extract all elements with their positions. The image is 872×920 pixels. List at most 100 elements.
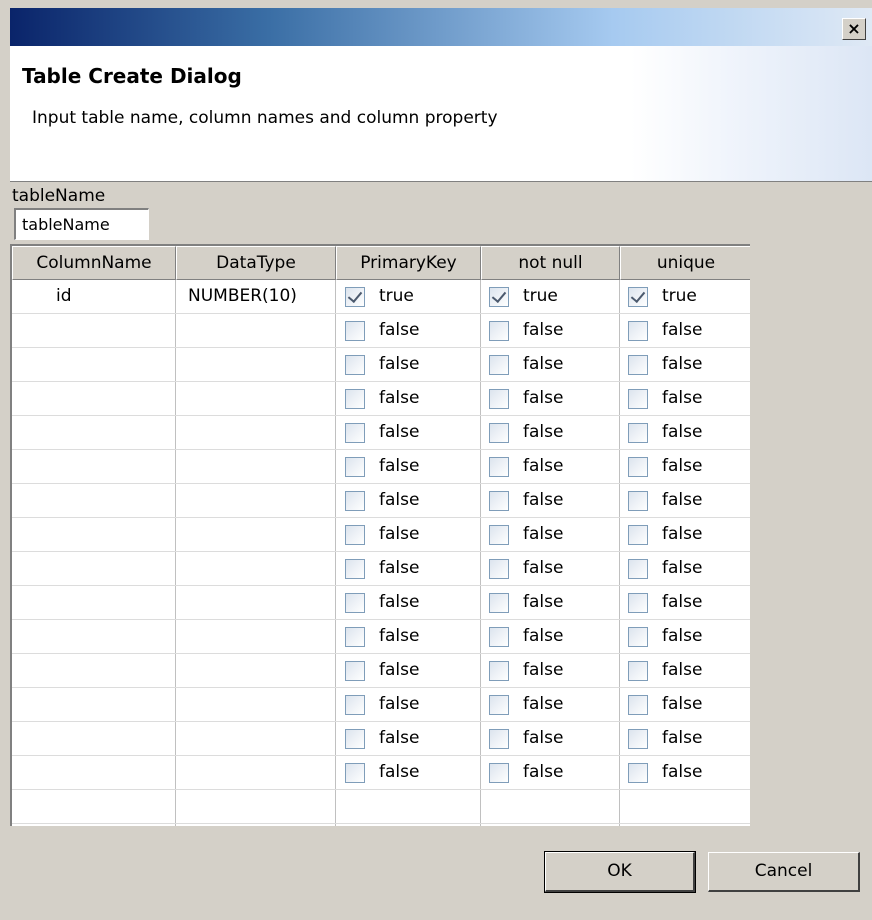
unique-value: false <box>662 320 703 340</box>
table-row[interactable]: false false false <box>12 654 750 688</box>
table-row[interactable]: false false false <box>12 518 750 552</box>
header-data-type[interactable]: DataType <box>176 246 336 280</box>
unique-checkbox[interactable] <box>628 661 648 681</box>
table-row[interactable] <box>12 790 750 824</box>
not-null-checkbox[interactable] <box>489 695 509 715</box>
table-name-input[interactable] <box>14 208 149 240</box>
header-unique[interactable]: unique <box>620 246 750 280</box>
table-row[interactable]: false false false <box>12 586 750 620</box>
not-null-checkbox[interactable] <box>489 389 509 409</box>
primary-key-checkbox[interactable] <box>345 695 365 715</box>
not-null-checkbox[interactable] <box>489 559 509 579</box>
unique-checkbox[interactable] <box>628 389 648 409</box>
table-row[interactable]: false false false <box>12 382 750 416</box>
not-null-checkbox[interactable] <box>489 491 509 511</box>
table-create-dialog: × Table Create Dialog Input table name, … <box>0 0 872 920</box>
primary-key-checkbox[interactable] <box>345 627 365 647</box>
not-null-value: false <box>523 524 564 544</box>
not-null-checkbox[interactable] <box>489 321 509 341</box>
unique-checkbox[interactable] <box>628 729 648 749</box>
not-null-value: false <box>523 320 564 340</box>
unique-value: false <box>662 592 703 612</box>
primary-key-checkbox[interactable] <box>345 729 365 749</box>
table-row[interactable]: false false false <box>12 620 750 654</box>
close-button[interactable]: × <box>842 18 866 40</box>
primary-key-value: false <box>379 490 420 510</box>
unique-value: false <box>662 660 703 680</box>
title-bar[interactable]: × <box>10 8 872 46</box>
table-row[interactable]: false false false <box>12 484 750 518</box>
primary-key-checkbox[interactable] <box>345 525 365 545</box>
not-null-value: false <box>523 660 564 680</box>
primary-key-value: false <box>379 320 420 340</box>
header-not-null[interactable]: not null <box>481 246 620 280</box>
header-primary-key[interactable]: PrimaryKey <box>336 246 481 280</box>
not-null-value: false <box>523 388 564 408</box>
table-row[interactable]: false false false <box>12 416 750 450</box>
unique-value: false <box>662 456 703 476</box>
primary-key-checkbox[interactable] <box>345 491 365 511</box>
not-null-value: false <box>523 490 564 510</box>
not-null-checkbox[interactable] <box>489 763 509 783</box>
table-row[interactable]: false false false <box>12 722 750 756</box>
primary-key-checkbox[interactable] <box>345 457 365 477</box>
unique-checkbox[interactable] <box>628 695 648 715</box>
unique-checkbox[interactable] <box>628 763 648 783</box>
unique-checkbox[interactable] <box>628 525 648 545</box>
unique-checkbox[interactable] <box>628 423 648 443</box>
not-null-checkbox[interactable] <box>489 525 509 545</box>
table-row[interactable]: id NUMBER(10) true true true <box>12 280 750 314</box>
not-null-checkbox[interactable] <box>489 627 509 647</box>
data-type-cell[interactable]: NUMBER(10) <box>188 280 297 313</box>
primary-key-checkbox[interactable] <box>345 593 365 613</box>
not-null-checkbox[interactable] <box>489 593 509 613</box>
not-null-checkbox[interactable] <box>489 355 509 375</box>
table-row[interactable]: false false false <box>12 552 750 586</box>
primary-key-checkbox[interactable] <box>345 423 365 443</box>
table-row[interactable]: false false false <box>12 314 750 348</box>
unique-value: false <box>662 354 703 374</box>
not-null-checkbox[interactable] <box>489 457 509 477</box>
not-null-value: true <box>523 286 558 306</box>
unique-value: false <box>662 524 703 544</box>
unique-value: false <box>662 422 703 442</box>
table-row[interactable]: false false false <box>12 450 750 484</box>
unique-checkbox[interactable] <box>628 627 648 647</box>
primary-key-value: false <box>379 592 420 612</box>
unique-checkbox[interactable] <box>628 491 648 511</box>
unique-checkbox[interactable] <box>628 355 648 375</box>
dialog-description: Input table name, column names and colum… <box>32 108 498 128</box>
table-row[interactable]: false false false <box>12 756 750 790</box>
primary-key-checkbox[interactable] <box>345 559 365 579</box>
dialog-header: Table Create Dialog Input table name, co… <box>10 46 872 182</box>
primary-key-value: false <box>379 558 420 578</box>
primary-key-checkbox[interactable] <box>345 321 365 341</box>
unique-checkbox[interactable] <box>628 321 648 341</box>
unique-checkbox[interactable] <box>628 457 648 477</box>
not-null-checkbox[interactable] <box>489 661 509 681</box>
unique-checkbox[interactable] <box>628 593 648 613</box>
unique-checkbox[interactable] <box>628 287 648 307</box>
unique-checkbox[interactable] <box>628 559 648 579</box>
close-icon: × <box>847 19 861 38</box>
primary-key-value: false <box>379 626 420 646</box>
table-row[interactable]: false false false <box>12 348 750 382</box>
not-null-value: false <box>523 456 564 476</box>
not-null-value: false <box>523 694 564 714</box>
column-name-cell[interactable]: id <box>56 280 72 313</box>
not-null-value: false <box>523 728 564 748</box>
not-null-checkbox[interactable] <box>489 287 509 307</box>
primary-key-checkbox[interactable] <box>345 389 365 409</box>
primary-key-checkbox[interactable] <box>345 355 365 375</box>
header-column-name[interactable]: ColumnName <box>12 246 176 280</box>
not-null-value: false <box>523 354 564 374</box>
primary-key-value: false <box>379 422 420 442</box>
not-null-checkbox[interactable] <box>489 729 509 749</box>
primary-key-checkbox[interactable] <box>345 287 365 307</box>
ok-button[interactable]: OK <box>544 851 696 893</box>
cancel-button[interactable]: Cancel <box>708 852 860 892</box>
table-row[interactable]: false false false <box>12 688 750 722</box>
not-null-checkbox[interactable] <box>489 423 509 443</box>
primary-key-checkbox[interactable] <box>345 763 365 783</box>
primary-key-checkbox[interactable] <box>345 661 365 681</box>
